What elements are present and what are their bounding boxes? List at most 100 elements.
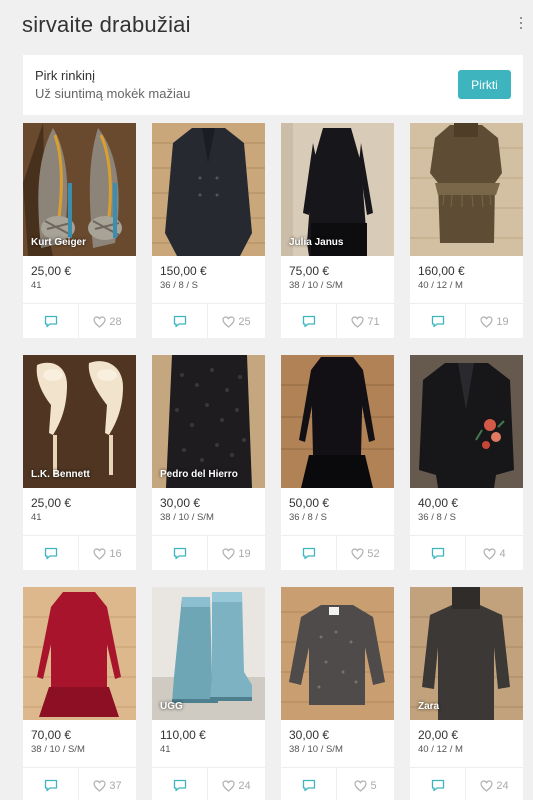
heart-icon: [222, 779, 235, 792]
item-price: 25,00 €: [31, 264, 72, 278]
item-price: 75,00 €: [289, 264, 330, 278]
like-button[interactable]: 71: [337, 304, 394, 338]
bundle-banner: Pirk rinkinį Už siuntimą mokėk mažiau Pi…: [23, 55, 523, 115]
like-count: 16: [109, 547, 122, 560]
item-price: 25,00 €: [31, 496, 72, 510]
heart-icon: [93, 315, 106, 328]
item-photo[interactable]: [152, 123, 265, 256]
item-photo[interactable]: Pedro del Hierro: [152, 355, 265, 488]
item-price: 40,00 €: [418, 496, 459, 510]
heart-icon: [354, 779, 368, 792]
item-price: 110,00 €: [160, 728, 206, 742]
grey-knit-sweater: [281, 587, 394, 720]
item-photo[interactable]: Julia Janus: [281, 123, 394, 256]
like-count: 52: [367, 547, 380, 560]
item-card[interactable]: 70,00 € 38 / 10 / S/M 37: [23, 587, 136, 800]
comment-button[interactable]: [410, 536, 466, 570]
like-count: 19: [496, 315, 509, 328]
item-photo[interactable]: Kurt Geiger: [23, 123, 136, 256]
item-card[interactable]: Julia Janus 75,00 € 38 / 10 / S/M 71: [281, 123, 394, 338]
like-button[interactable]: 5: [337, 768, 394, 800]
item-price: 30,00 €: [289, 728, 330, 742]
item-photo[interactable]: UGG: [152, 587, 265, 720]
comment-button[interactable]: [23, 304, 79, 338]
item-brand: Kurt Geiger: [31, 237, 87, 248]
comment-icon: [44, 547, 58, 560]
heart-icon: [351, 315, 364, 328]
item-actions: 16: [23, 535, 136, 570]
item-brand: Zara: [418, 701, 440, 712]
item-actions: 5: [281, 767, 394, 800]
comment-icon: [302, 315, 316, 328]
like-button[interactable]: 25: [208, 304, 265, 338]
item-brand: Julia Janus: [289, 237, 344, 248]
item-size: 41: [160, 744, 171, 755]
item-card[interactable]: 160,00 € 40 / 12 / M 19: [410, 123, 523, 338]
comment-button[interactable]: [410, 768, 466, 800]
item-card[interactable]: Kurt Geiger 25,00 € 41 28: [23, 123, 136, 338]
item-card[interactable]: Zara 20,00 € 40 / 12 / M 24: [410, 587, 523, 800]
comment-button[interactable]: [23, 768, 79, 800]
item-card[interactable]: 40,00 € 36 / 8 / S 4: [410, 355, 523, 570]
like-count: 5: [370, 779, 377, 792]
comment-button[interactable]: [152, 304, 208, 338]
item-size: 41: [31, 280, 42, 291]
item-size: 36 / 8 / S: [160, 280, 199, 291]
item-size: 36 / 8 / S: [289, 512, 328, 523]
item-actions: 19: [410, 303, 523, 338]
like-count: 37: [109, 779, 122, 792]
item-card[interactable]: UGG 110,00 € 41 24: [152, 587, 265, 800]
like-button[interactable]: 52: [337, 536, 394, 570]
item-photo[interactable]: [281, 587, 394, 720]
comment-icon: [302, 779, 316, 792]
item-card[interactable]: L.K. Bennett 25,00 € 41 16: [23, 355, 136, 570]
red-ruffle-dress: [23, 587, 136, 720]
item-photo[interactable]: [410, 355, 523, 488]
like-button[interactable]: 24: [208, 768, 265, 800]
comment-icon: [44, 315, 58, 328]
comment-button[interactable]: [410, 304, 466, 338]
item-size: 41: [31, 512, 42, 523]
brown-knit-fringe-dress: [410, 123, 523, 256]
comment-button[interactable]: [281, 768, 337, 800]
comment-icon: [173, 547, 187, 560]
comment-button[interactable]: [281, 536, 337, 570]
item-card[interactable]: 50,00 € 36 / 8 / S 52: [281, 355, 394, 570]
item-actions: 24: [152, 767, 265, 800]
like-button[interactable]: 24: [466, 768, 523, 800]
heart-icon: [483, 547, 497, 560]
buy-bundle-button[interactable]: Pirkti: [458, 70, 511, 99]
like-button[interactable]: 19: [466, 304, 523, 338]
item-photo[interactable]: [410, 123, 523, 256]
like-button[interactable]: 28: [79, 304, 136, 338]
header: sirvaite drabužiai: [0, 0, 533, 52]
item-price: 160,00 €: [418, 264, 465, 278]
heart-icon: [351, 547, 364, 560]
item-card[interactable]: 30,00 € 38 / 10 / S/M 5: [281, 587, 394, 800]
item-actions: 52: [281, 535, 394, 570]
item-size: 36 / 8 / S: [418, 512, 457, 523]
like-count: 71: [367, 315, 380, 328]
comment-button[interactable]: [152, 536, 208, 570]
item-photo[interactable]: [281, 355, 394, 488]
bundle-subtitle: Už siuntimą mokėk mažiau: [35, 86, 191, 101]
item-brand: L.K. Bennett: [31, 469, 90, 480]
like-button[interactable]: 37: [79, 768, 136, 800]
like-button[interactable]: 19: [208, 536, 265, 570]
like-button[interactable]: 4: [466, 536, 523, 570]
comment-button[interactable]: [23, 536, 79, 570]
item-card[interactable]: 150,00 € 36 / 8 / S 25: [152, 123, 265, 338]
heart-icon: [222, 315, 235, 328]
item-photo[interactable]: Zara: [410, 587, 523, 720]
like-button[interactable]: 16: [79, 536, 136, 570]
comment-button[interactable]: [281, 304, 337, 338]
comment-button[interactable]: [152, 768, 208, 800]
comment-icon: [173, 779, 187, 792]
item-size: 40 / 12 / M: [418, 744, 463, 755]
item-card[interactable]: Pedro del Hierro 30,00 € 38 / 10 / S/M 1…: [152, 355, 265, 570]
comment-icon: [431, 315, 445, 328]
item-photo[interactable]: [23, 587, 136, 720]
more-vertical-icon[interactable]: [515, 16, 527, 30]
item-photo[interactable]: L.K. Bennett: [23, 355, 136, 488]
comment-icon: [44, 779, 58, 792]
